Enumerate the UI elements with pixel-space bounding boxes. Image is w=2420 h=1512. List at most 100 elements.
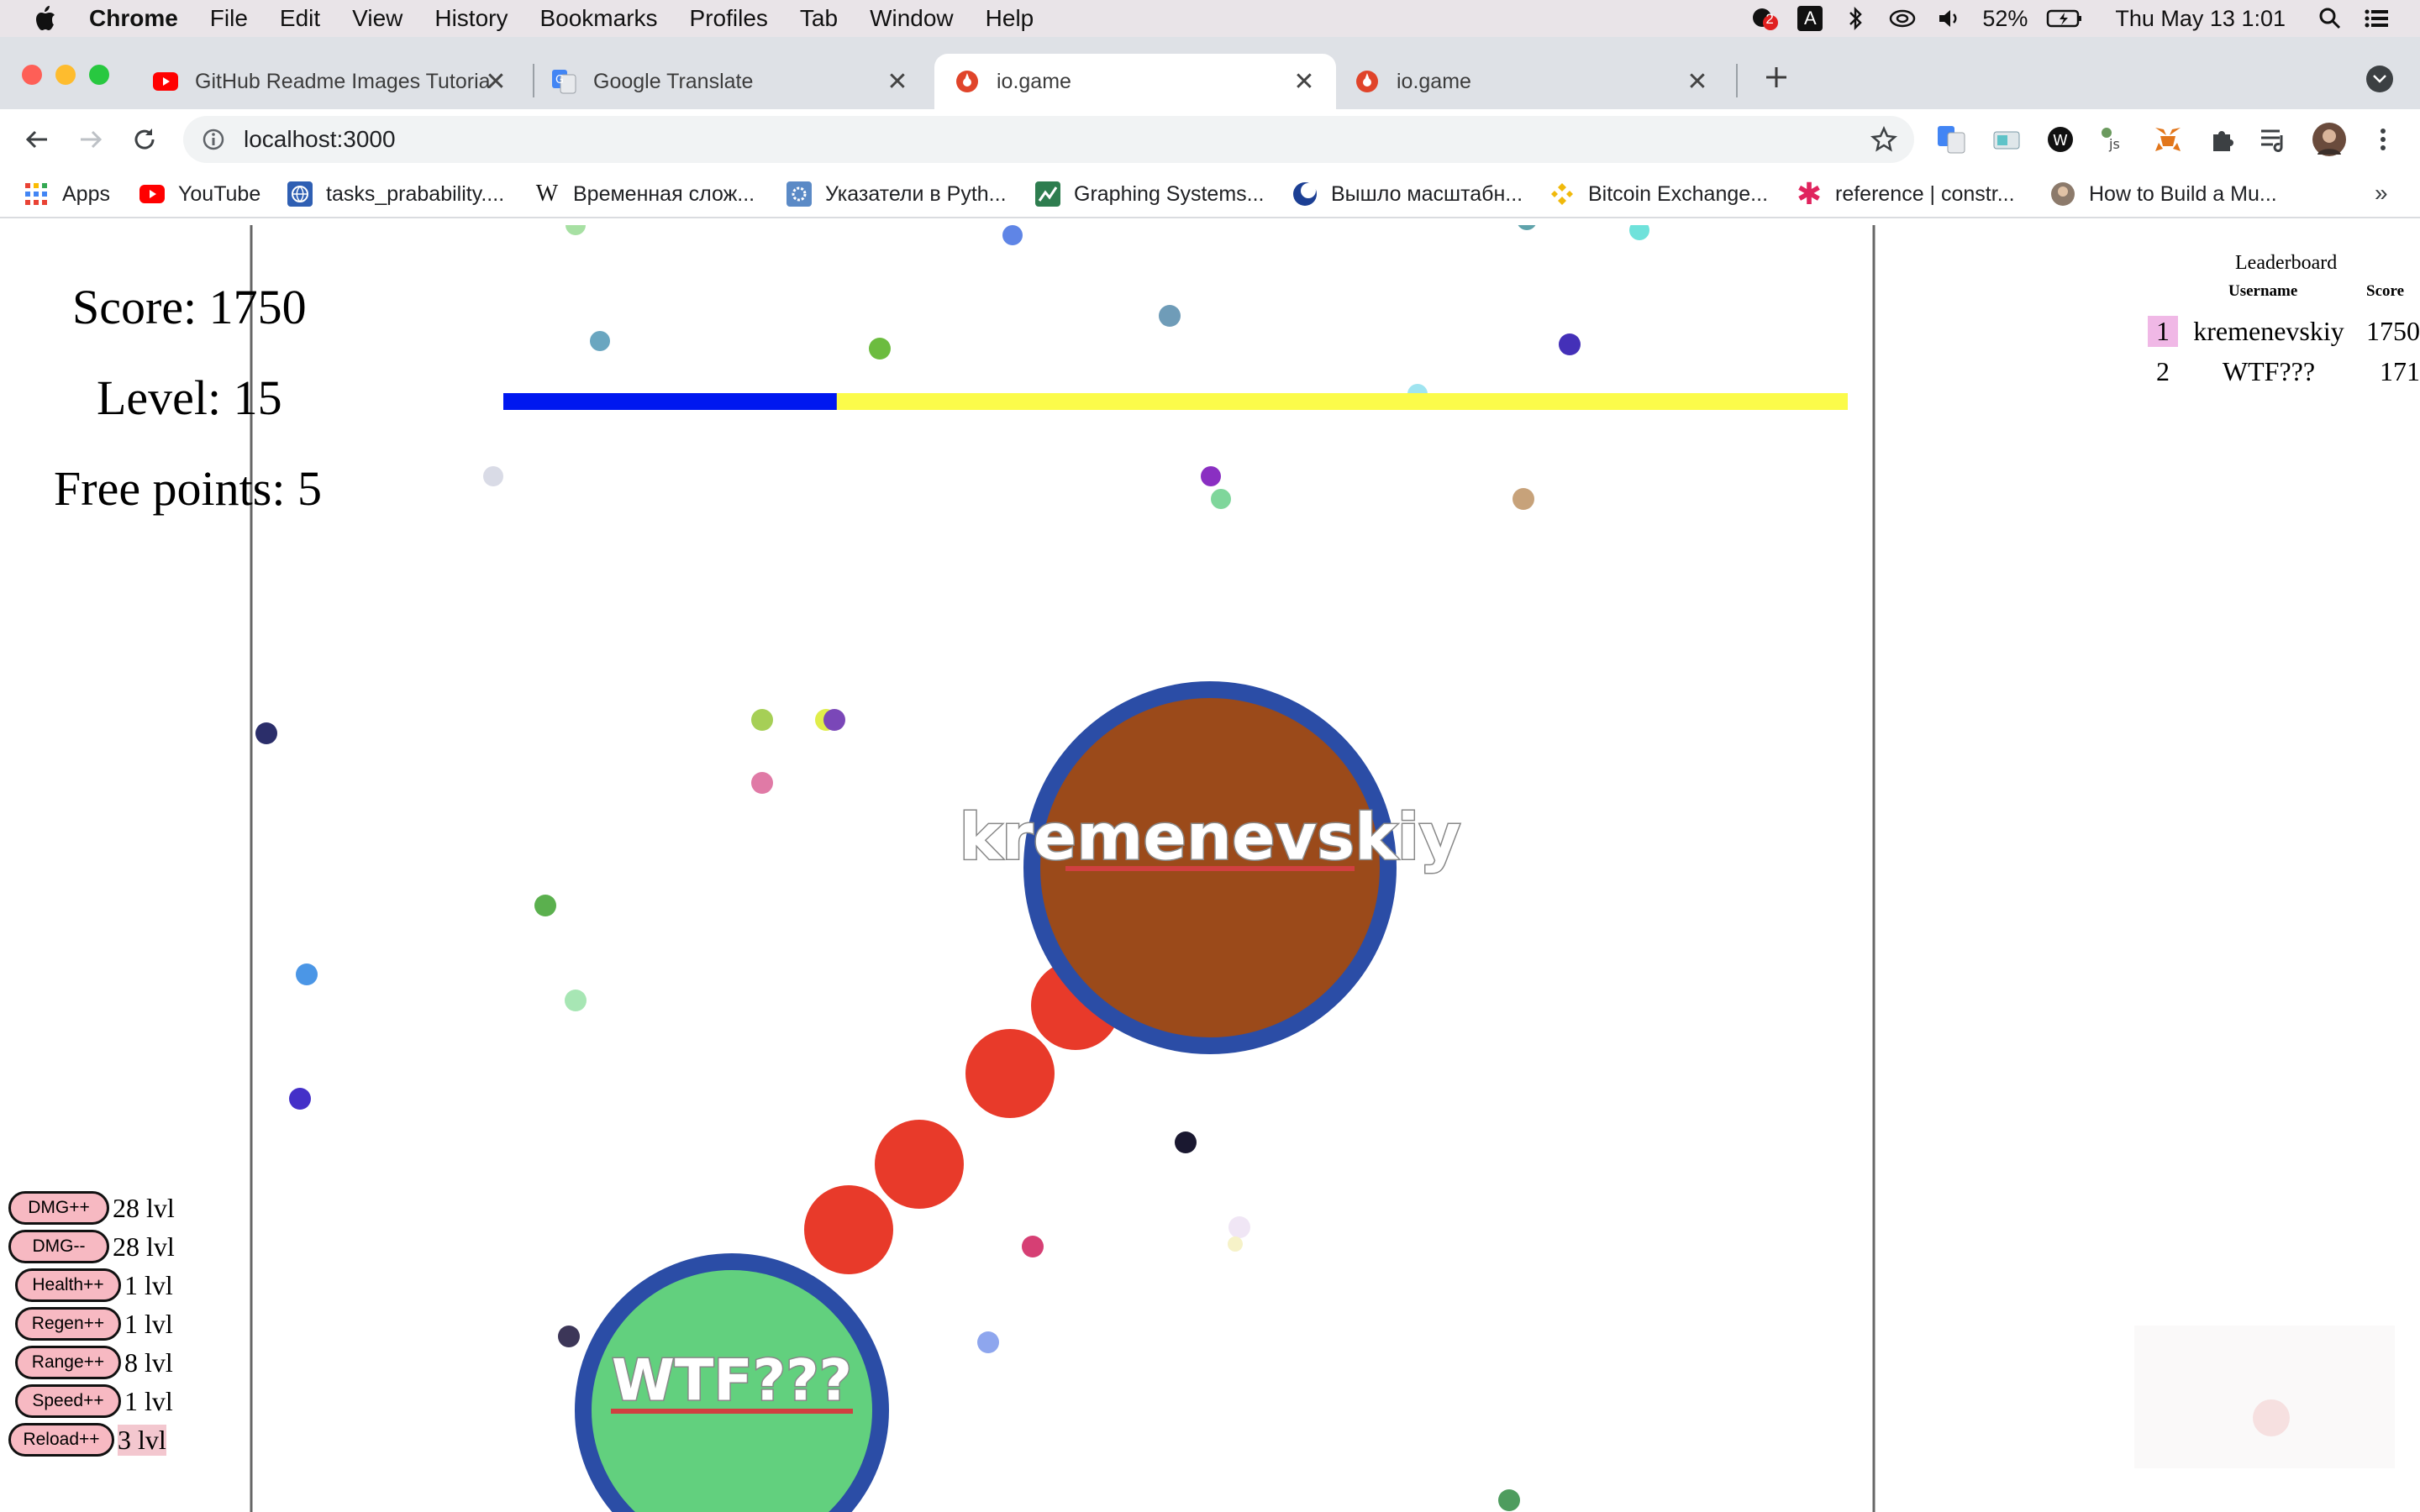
menu-app-name[interactable]: Chrome <box>89 5 178 32</box>
food-orb <box>1228 1216 1250 1238</box>
menu-view[interactable]: View <box>352 5 402 32</box>
address-bar[interactable]: localhost:3000 <box>183 116 1914 163</box>
bookmark-released-scale[interactable]: Вышло масштабн... <box>1292 181 1523 207</box>
menu-profiles[interactable]: Profiles <box>690 5 768 32</box>
bookmark-reference-constr[interactable]: ✱ reference | constr... <box>1797 176 2015 211</box>
bookmark-wikipedia[interactable]: W Временная слож... <box>534 181 755 207</box>
spotlight-search-icon[interactable] <box>2316 6 2344 31</box>
bookmark-label: Временная слож... <box>573 181 755 206</box>
screen-mirroring-icon[interactable] <box>1888 6 1917 31</box>
js-extension-icon[interactable]: js <box>2099 124 2129 155</box>
food-orb <box>1518 225 1536 230</box>
upgrade-level: 28 lvl <box>113 1192 175 1223</box>
io-game-icon <box>1355 69 1380 94</box>
menu-edit[interactable]: Edit <box>280 5 320 32</box>
menu-tab[interactable]: Tab <box>800 5 838 32</box>
site-info-icon[interactable] <box>202 128 225 151</box>
reload-button[interactable] <box>124 119 165 160</box>
bookmark-tasks-probability[interactable]: tasks_prabability.... <box>287 181 504 207</box>
profile-avatar[interactable] <box>2312 123 2346 156</box>
svg-text:G: G <box>555 74 564 87</box>
bookmark-python-pointers[interactable]: Указатели в Pyth... <box>786 181 1007 207</box>
food-orb <box>751 772 773 794</box>
upgrade-health-button[interactable]: Health++ <box>15 1268 121 1302</box>
food-orb <box>1022 1236 1044 1257</box>
control-center-icon[interactable] <box>2363 6 2391 31</box>
youtube-icon <box>139 181 165 207</box>
tab-io-game[interactable]: io.game ✕ <box>1338 54 1729 109</box>
bookmark-label: How to Build a Mu... <box>2089 181 2277 206</box>
wikipedia-icon: W <box>535 181 559 207</box>
google-translate-icon: G <box>551 69 576 94</box>
menu-help[interactable]: Help <box>986 5 1034 32</box>
tab-search-icon[interactable] <box>2366 66 2393 92</box>
tab-close-button[interactable]: ✕ <box>481 66 511 97</box>
notification-badge-icon[interactable]: 2 <box>1750 6 1779 31</box>
upgrade-row-dmg-down: DMG-- 28 lvl <box>8 1228 175 1265</box>
leaderboard-rank: 2 <box>2156 356 2170 386</box>
tab-title: GitHub Readme Images Tutoria <box>195 69 491 93</box>
extensions-puzzle-icon[interactable] <box>2207 124 2237 155</box>
leaderboard-title: Leaderboard <box>2235 252 2338 274</box>
tab-close-button[interactable]: ✕ <box>882 66 913 97</box>
bookmark-youtube[interactable]: YouTube <box>139 181 260 207</box>
battery-charging-icon[interactable] <box>2046 6 2083 31</box>
bluetooth-icon[interactable] <box>1841 6 1870 31</box>
tab-close-button[interactable]: ✕ <box>1289 66 1319 97</box>
svg-text:js: js <box>2108 136 2120 152</box>
leaderboard-score-header: Score <box>2366 282 2405 300</box>
food-orb <box>1211 489 1231 509</box>
chrome-menu-icon[interactable] <box>2368 124 2398 155</box>
back-button[interactable] <box>17 119 57 160</box>
bookmarks-bar: Apps YouTube tasks_prabability.... W Вре… <box>0 170 2420 218</box>
bookmark-how-to-build[interactable]: How to Build a Mu... <box>2050 181 2277 207</box>
upgrade-dmg-minus-button[interactable]: DMG-- <box>8 1230 109 1263</box>
food-orb <box>751 709 773 731</box>
upgrade-range-button[interactable]: Range++ <box>15 1346 121 1379</box>
google-translate-extension-icon[interactable] <box>1936 124 1966 155</box>
metamask-fox-icon[interactable] <box>2153 124 2183 155</box>
bookmark-apps[interactable]: Apps <box>24 181 110 207</box>
screenshot-extension-icon[interactable] <box>1991 124 2022 155</box>
upgrade-speed-button[interactable]: Speed++ <box>15 1384 121 1418</box>
menu-file[interactable]: File <box>210 5 248 32</box>
menu-clock[interactable]: Thu May 13 1:01 <box>2115 6 2286 32</box>
notification-count: 2 <box>1765 11 1774 27</box>
io-game-icon <box>955 69 980 94</box>
game-canvas[interactable]: kremenevskiy WTF??? Score: 1750 Level: 1… <box>0 225 2420 1512</box>
address-url[interactable]: localhost:3000 <box>244 126 396 153</box>
bookmark-label: Bitcoin Exchange... <box>1588 181 1769 206</box>
reading-list-icon[interactable] <box>2259 124 2289 155</box>
tab-separator <box>533 64 534 97</box>
upgrade-regen-button[interactable]: Regen++ <box>15 1307 121 1341</box>
upgrade-level: 1 lvl <box>124 1269 173 1300</box>
wordtune-extension-icon[interactable]: W <box>2045 124 2075 155</box>
bookmark-star-icon[interactable] <box>1870 126 1897 153</box>
bookmark-bitcoin-exchange[interactable]: Bitcoin Exchange... <box>1549 181 1768 207</box>
tab-google-translate[interactable]: G Google Translate ✕ <box>538 54 929 109</box>
forward-button[interactable] <box>71 119 111 160</box>
leaderboard-row: 2 WTF??? 171 <box>2134 356 2420 393</box>
window-minimize-button[interactable] <box>55 65 76 85</box>
new-tab-button[interactable] <box>1760 60 1793 94</box>
score-text: Score: 1750 <box>72 280 307 334</box>
tab-github-readme[interactable]: GitHub Readme Images Tutoria ✕ <box>136 54 528 109</box>
upgrade-reload-button[interactable]: Reload++ <box>8 1423 114 1457</box>
menu-window[interactable]: Window <box>870 5 954 32</box>
apple-logo-icon[interactable] <box>32 4 57 33</box>
bookmark-label: tasks_prabability.... <box>326 181 505 206</box>
bookmarks-overflow-icon[interactable]: » <box>2375 180 2388 207</box>
bookmark-graphing-systems[interactable]: Graphing Systems... <box>1035 181 1264 207</box>
leaderboard-username: WTF??? <box>2222 356 2316 386</box>
window-zoom-button[interactable] <box>89 65 109 85</box>
menu-history[interactable]: History <box>434 5 508 32</box>
tab-close-button[interactable]: ✕ <box>1682 66 1712 97</box>
input-source-icon[interactable]: A <box>1797 6 1823 31</box>
faint-thumbnail <box>2134 1326 2395 1468</box>
menu-bookmarks[interactable]: Bookmarks <box>539 5 657 32</box>
window-close-button[interactable] <box>22 65 42 85</box>
binance-icon <box>1549 181 1575 207</box>
upgrade-dmg-plus-button[interactable]: DMG++ <box>8 1191 109 1225</box>
tab-io-game-active[interactable]: io.game ✕ <box>934 54 1336 109</box>
volume-icon[interactable] <box>1935 6 1964 31</box>
